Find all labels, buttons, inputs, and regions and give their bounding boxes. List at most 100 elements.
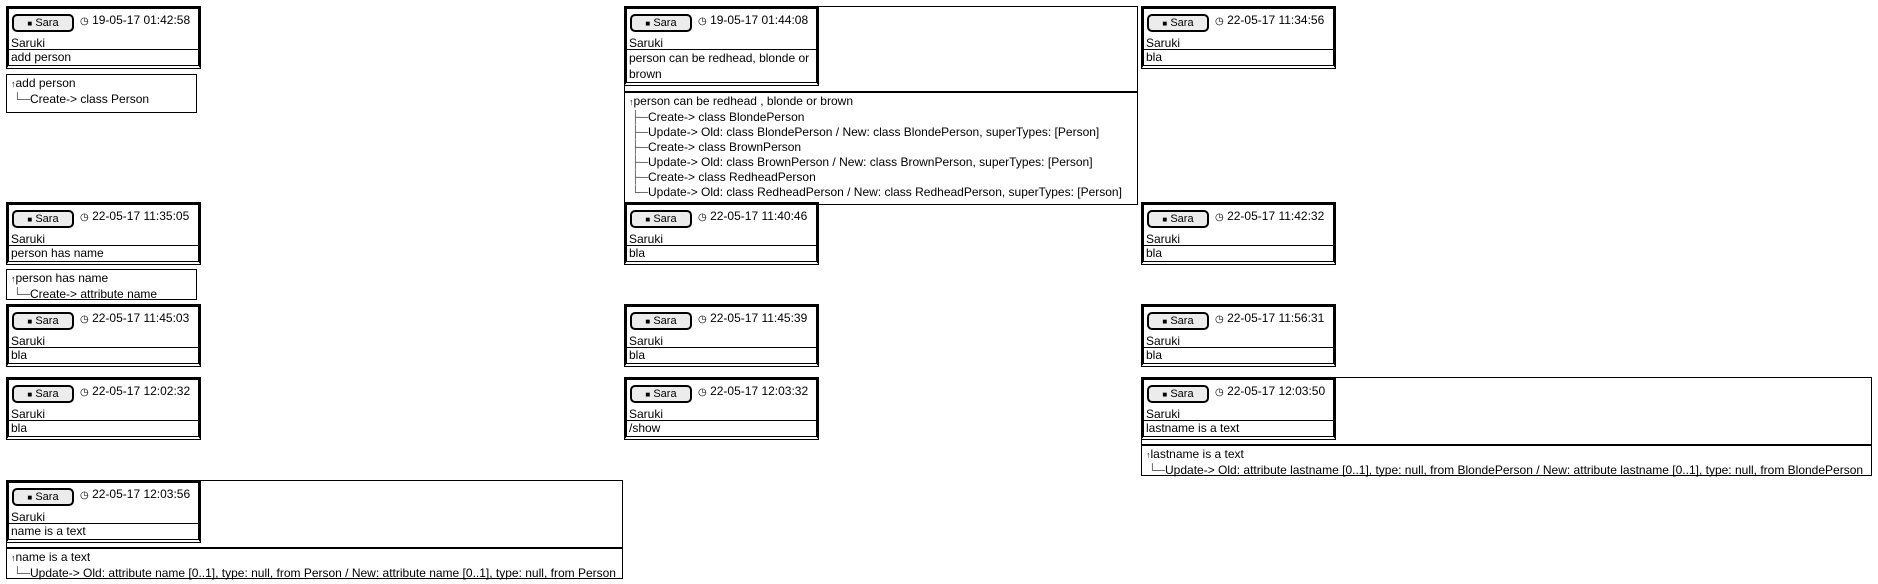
clock-icon: ◷	[1215, 212, 1224, 223]
user-icon: ■	[27, 493, 33, 502]
user-name: Sara	[653, 17, 677, 29]
clock-icon: ◷	[698, 16, 707, 27]
user-button[interactable]: ■ Sara	[1147, 385, 1209, 403]
author: Saruki	[629, 334, 664, 348]
change-log: person can be redhead , blonde or brown …	[624, 92, 1138, 205]
change-log-line: Update-> Old: attribute lastname [0..1],…	[1146, 463, 1868, 478]
user-icon: ■	[1162, 390, 1168, 399]
change-log-title: add person	[11, 76, 193, 92]
commit-header: ■ Sara ◷ 22-05-17 12:03:32 Saruki	[624, 377, 819, 421]
clock-icon: ◷	[80, 16, 89, 27]
change-log-line: Create-> attribute name	[11, 287, 193, 302]
user-name: Sara	[653, 315, 677, 327]
commit-message: bla	[1141, 348, 1336, 367]
timestamp-text: 22-05-17 12:03:32	[710, 384, 809, 398]
user-button[interactable]: ■ Sara	[12, 488, 74, 506]
clock-icon: ◷	[80, 314, 89, 325]
user-name: Sara	[653, 388, 677, 400]
change-log: person has name Create-> attribute name	[6, 269, 197, 302]
commit-header: ■ Sara ◷ 22-05-17 11:34:56 Saruki	[1141, 6, 1336, 50]
user-name: Sara	[1170, 315, 1194, 327]
user-button[interactable]: ■ Sara	[12, 312, 74, 330]
commit-header: ■ Sara ◷ 22-05-17 11:40:46 Saruki	[624, 202, 819, 246]
timestamp: ◷ 19-05-17 01:44:08	[698, 13, 808, 27]
commit-header: ■ Sara ◷ 22-05-17 11:35:05 Saruki	[6, 202, 201, 246]
commit-message: person can be redhead, blonde or brown	[624, 50, 819, 86]
user-icon: ■	[645, 215, 651, 224]
user-name: Sara	[1170, 17, 1194, 29]
timestamp-text: 22-05-17 11:40:46	[710, 209, 808, 223]
user-name: Sara	[1170, 388, 1194, 400]
commit-message: name is a text	[6, 524, 201, 543]
commit-message: bla	[624, 246, 819, 265]
timestamp: ◷ 22-05-17 11:42:32	[1215, 209, 1324, 223]
author: Saruki	[11, 407, 46, 421]
user-name: Sara	[35, 315, 59, 327]
change-log: name is a text Update-> Old: attribute n…	[6, 548, 623, 581]
timestamp-text: 22-05-17 12:03:50	[1227, 384, 1326, 398]
change-log-line: Update-> Old: class BlondePerson / New: …	[629, 125, 1134, 140]
user-icon: ■	[1162, 19, 1168, 28]
author: Saruki	[1146, 407, 1181, 421]
user-button[interactable]: ■ Sara	[1147, 312, 1209, 330]
timestamp-text: 22-05-17 11:45:39	[710, 311, 808, 325]
change-log-line: Create-> class BrownPerson	[629, 140, 1134, 155]
user-button[interactable]: ■ Sara	[1147, 14, 1209, 32]
commit-header: ■ Sara ◷ 22-05-17 12:03:56 Saruki	[6, 480, 201, 524]
clock-icon: ◷	[80, 212, 89, 223]
user-button[interactable]: ■ Sara	[1147, 210, 1209, 228]
change-log-line: Create-> class BlondePerson	[629, 110, 1134, 125]
user-name: Sara	[35, 17, 59, 29]
author: Saruki	[11, 510, 46, 524]
commit-message: bla	[6, 348, 201, 367]
timestamp-text: 22-05-17 11:42:32	[1227, 209, 1325, 223]
timestamp-text: 22-05-17 12:02:32	[92, 384, 191, 398]
change-log-line: Update-> Old: class RedheadPerson / New:…	[629, 185, 1134, 200]
user-button[interactable]: ■ Sara	[12, 385, 74, 403]
user-name: Sara	[35, 491, 59, 503]
timestamp: ◷ 22-05-17 11:56:31	[1215, 311, 1324, 325]
user-icon: ■	[645, 317, 651, 326]
commit-header: ■ Sara ◷ 19-05-17 01:44:08 Saruki	[624, 6, 819, 50]
author: Saruki	[11, 334, 46, 348]
commit-message: bla	[6, 421, 201, 440]
change-log-line: Create-> class Person	[11, 92, 193, 107]
user-name: Sara	[1170, 213, 1194, 225]
commit-message: person has name	[6, 246, 201, 265]
clock-icon: ◷	[698, 314, 707, 325]
timestamp-text: 22-05-17 11:35:05	[92, 209, 190, 223]
user-icon: ■	[27, 390, 33, 399]
timestamp: ◷ 22-05-17 11:45:39	[698, 311, 807, 325]
timestamp-text: 22-05-17 11:56:31	[1227, 311, 1325, 325]
commit-message: /show	[624, 421, 819, 440]
user-icon: ■	[27, 317, 33, 326]
commit-header: ■ Sara ◷ 22-05-17 11:42:32 Saruki	[1141, 202, 1336, 246]
user-button[interactable]: ■ Sara	[630, 14, 692, 32]
author: Saruki	[629, 232, 664, 246]
user-button[interactable]: ■ Sara	[630, 385, 692, 403]
change-log-title: person can be redhead , blonde or brown	[629, 94, 1134, 110]
timestamp: ◷ 22-05-17 12:03:56	[80, 487, 190, 501]
commit-header: ■ Sara ◷ 22-05-17 11:56:31 Saruki	[1141, 304, 1336, 348]
change-log-title: name is a text	[11, 550, 619, 566]
user-button[interactable]: ■ Sara	[12, 14, 74, 32]
clock-icon: ◷	[698, 387, 707, 398]
author: Saruki	[1146, 232, 1181, 246]
user-icon: ■	[1162, 215, 1168, 224]
user-icon: ■	[645, 390, 651, 399]
timestamp: ◷ 22-05-17 11:34:56	[1215, 13, 1324, 27]
clock-icon: ◷	[80, 490, 89, 501]
user-button[interactable]: ■ Sara	[630, 312, 692, 330]
commit-header: ■ Sara ◷ 22-05-17 12:03:50 Saruki	[1141, 377, 1336, 421]
clock-icon: ◷	[1215, 314, 1224, 325]
commit-header: ■ Sara ◷ 22-05-17 12:02:32 Saruki	[6, 377, 201, 421]
author: Saruki	[629, 407, 664, 421]
commit-header: ■ Sara ◷ 22-05-17 11:45:39 Saruki	[624, 304, 819, 348]
user-button[interactable]: ■ Sara	[12, 210, 74, 228]
commit-message: bla	[1141, 50, 1336, 69]
change-log-line: Update-> Old: attribute name [0..1], typ…	[11, 566, 619, 581]
user-icon: ■	[27, 215, 33, 224]
user-icon: ■	[27, 19, 33, 28]
user-button[interactable]: ■ Sara	[630, 210, 692, 228]
user-name: Sara	[35, 388, 59, 400]
